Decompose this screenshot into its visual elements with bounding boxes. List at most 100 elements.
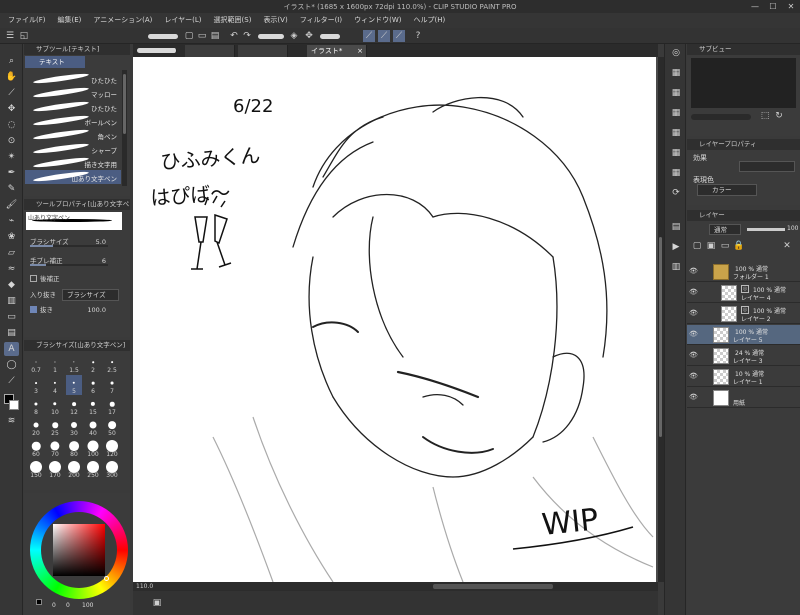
frame-tool-icon[interactable]: ▤ xyxy=(4,326,19,340)
canvas-area[interactable]: 6/22 ひふみくん はぴば〜 WIP xyxy=(133,57,658,582)
menu-layer[interactable]: レイヤー(L) xyxy=(164,13,201,28)
saturation-value-square[interactable] xyxy=(53,524,105,576)
layer-palette-icon[interactable]: ▣ xyxy=(151,597,163,609)
lock-icon[interactable]: 🔒 xyxy=(733,240,745,252)
rotate-icon[interactable]: ↻ xyxy=(773,110,785,122)
visibility-eye-icon[interactable]: 👁 xyxy=(689,288,698,296)
text-tool-icon[interactable]: A xyxy=(4,342,19,356)
navigator-icon[interactable]: ◎ xyxy=(669,46,683,60)
close-tab-icon[interactable]: × xyxy=(357,45,363,57)
menu-filter[interactable]: フィルター(I) xyxy=(300,13,342,28)
visibility-eye-icon[interactable]: 👁 xyxy=(689,309,698,317)
undo-icon[interactable]: ↶ xyxy=(228,30,240,42)
canvas-page[interactable]: 6/22 ひふみくん はぴば〜 WIP xyxy=(133,57,656,582)
subtool-item[interactable]: 角ペン xyxy=(25,128,121,142)
brush-size-option[interactable]: 100 xyxy=(85,438,101,458)
fill-icon[interactable]: ◈ xyxy=(288,30,300,42)
brush-size-option[interactable]: 40 xyxy=(85,417,101,437)
brush-size-option[interactable]: 3 xyxy=(28,375,44,395)
menu-edit[interactable]: 編集(E) xyxy=(58,13,82,28)
expression-color-dropdown[interactable]: カラー xyxy=(697,184,757,196)
layer-row[interactable]: 👁 24 % 通常 レイヤー 3 xyxy=(687,346,800,366)
material-icon[interactable]: ▦ xyxy=(669,126,683,140)
visibility-eye-icon[interactable]: 👁 xyxy=(689,372,698,380)
document-tab-active[interactable]: イラスト* × xyxy=(307,45,367,57)
layer-row[interactable]: 👁 100 % 通常 レイヤー 5 xyxy=(687,325,800,345)
lasso-tool-icon[interactable]: ⊙ xyxy=(4,134,19,148)
effect-buttons[interactable] xyxy=(739,161,795,172)
material-icon[interactable]: ▦ xyxy=(669,86,683,100)
item-bank-icon[interactable]: ▥ xyxy=(669,260,683,274)
new-folder-icon[interactable]: ▭ xyxy=(719,240,731,252)
main-color-mini-swatch[interactable] xyxy=(36,599,42,605)
taper-dropdown[interactable]: ブラシサイズ xyxy=(62,289,119,301)
airbrush-tool-icon[interactable]: ⌁ xyxy=(4,214,19,228)
subtool-item[interactable]: ボールペン xyxy=(25,114,121,128)
history-icon[interactable]: ⟳ xyxy=(669,186,683,200)
sidebar-toggle-icon[interactable]: ◱ xyxy=(18,30,30,42)
maximize-button[interactable]: ☐ xyxy=(764,0,782,13)
brush-size-option[interactable]: 60 xyxy=(28,438,44,458)
brush-size-option[interactable]: 2 xyxy=(85,354,101,374)
brush-size-option[interactable]: 4 xyxy=(47,375,63,395)
layer-folder-row[interactable]: 👁 100 % 通常 フォルダー 1 xyxy=(687,262,800,282)
eraser-tool-icon[interactable]: ▱ xyxy=(4,246,19,260)
delete-layer-icon[interactable]: ✕ xyxy=(781,240,793,252)
snap-ruler-icon[interactable]: ⟋ xyxy=(363,30,375,42)
redo-icon[interactable]: ↷ xyxy=(241,30,253,42)
subtool-item-selected[interactable]: 山あり文字ペン xyxy=(25,170,121,184)
help-icon[interactable]: ? xyxy=(412,30,424,42)
layer-row[interactable]: 👁 ◎ 100 % 通常 レイヤー 2 xyxy=(687,304,800,324)
stabilization-row[interactable]: 手ブレ補正 6 xyxy=(30,255,120,267)
material-icon[interactable]: ▦ xyxy=(669,166,683,180)
transform-icon[interactable]: ✥ xyxy=(303,30,315,42)
layer-row[interactable]: 👁 ◎ 100 % 通常 レイヤー 4 xyxy=(687,283,800,303)
new-raster-layer-icon[interactable]: ▢ xyxy=(691,240,703,252)
brush-size-option[interactable]: 15 xyxy=(85,396,101,416)
stabilization-slider[interactable] xyxy=(30,264,108,266)
document-tab[interactable] xyxy=(238,45,288,57)
gradient-tool-icon[interactable]: ▥ xyxy=(4,294,19,308)
brush-size-option[interactable]: 6 xyxy=(85,375,101,395)
brush-size-option[interactable]: 1.5 xyxy=(66,354,82,374)
menu-window[interactable]: ウィンドウ(W) xyxy=(354,13,401,28)
pen-tool-icon[interactable]: ✒ xyxy=(4,166,19,180)
visibility-eye-icon[interactable]: 👁 xyxy=(689,351,698,359)
snap-grid-icon[interactable]: ⟋ xyxy=(393,30,405,42)
document-tab[interactable] xyxy=(185,45,235,57)
menu-file[interactable]: ファイル(F) xyxy=(8,13,46,28)
sub-view-canvas[interactable] xyxy=(691,58,796,108)
brush-size-option[interactable]: 250 xyxy=(85,459,101,479)
pencil-tool-icon[interactable]: ✎ xyxy=(4,182,19,196)
brush-size-option[interactable]: 8 xyxy=(28,396,44,416)
hand-tool-icon[interactable]: ✋ xyxy=(4,70,19,84)
move-layer-tool-icon[interactable]: ✥ xyxy=(4,102,19,116)
snap-special-ruler-icon[interactable]: ⟋ xyxy=(378,30,390,42)
material-icon[interactable]: ▦ xyxy=(669,106,683,120)
brush-size-option[interactable]: 80 xyxy=(66,438,82,458)
selection-tool-icon[interactable]: ◌ xyxy=(4,118,19,132)
auto-select-tool-icon[interactable]: ✴ xyxy=(4,150,19,164)
brush-size-slider[interactable] xyxy=(30,245,108,247)
brush-size-option[interactable]: 17 xyxy=(104,396,120,416)
subtool-item[interactable]: マッロー xyxy=(25,86,121,100)
opacity-slider[interactable] xyxy=(747,228,785,231)
post-correction-row[interactable]: 後補正 xyxy=(30,273,120,285)
taper-check-row[interactable]: 抜き 100.0 xyxy=(30,304,120,316)
close-window-button[interactable]: ✕ xyxy=(782,0,800,13)
blend-tool-icon[interactable]: ≈ xyxy=(4,262,19,276)
post-correction-checkbox[interactable] xyxy=(30,275,37,282)
layer-row[interactable]: 👁 10 % 通常 レイヤー 1 xyxy=(687,367,800,387)
eyedropper-tool-icon[interactable]: ⟋ xyxy=(4,86,19,100)
minimize-button[interactable]: — xyxy=(746,0,764,13)
transparent-color-icon[interactable]: ≋ xyxy=(4,414,19,428)
canvas-horizontal-scrollbar[interactable] xyxy=(433,584,553,589)
menu-selection[interactable]: 選択範囲(S) xyxy=(214,13,252,28)
brush-size-option[interactable]: 170 xyxy=(47,459,63,479)
menu-animation[interactable]: アニメーション(A) xyxy=(93,13,152,28)
visibility-eye-icon[interactable]: 👁 xyxy=(689,393,698,401)
menu-help[interactable]: ヘルプ(H) xyxy=(413,13,445,28)
visibility-eye-icon[interactable]: 👁 xyxy=(689,330,698,338)
brush-size-option[interactable]: 7 xyxy=(104,375,120,395)
fit-icon[interactable]: ⬚ xyxy=(759,110,771,122)
